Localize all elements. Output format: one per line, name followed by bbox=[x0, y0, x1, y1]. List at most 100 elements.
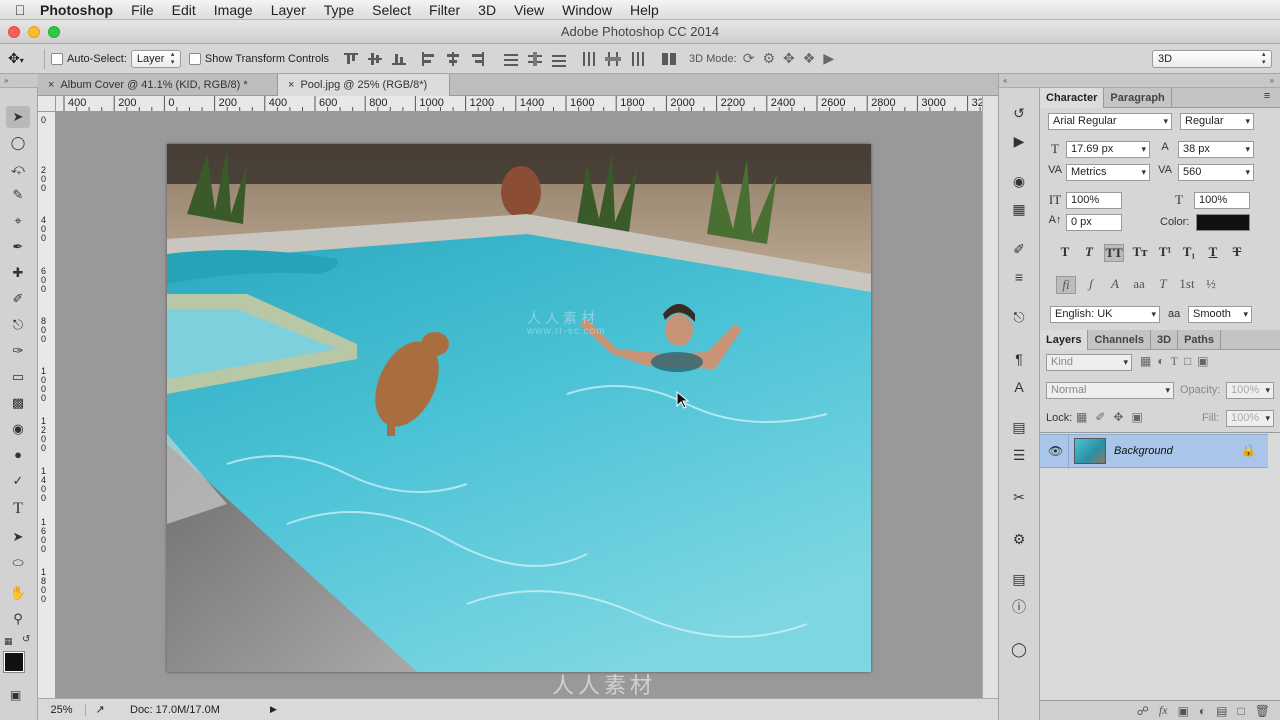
ellipse-tool-icon[interactable]: ⬭ bbox=[6, 552, 30, 574]
language-field[interactable]: English: UK bbox=[1050, 306, 1160, 323]
tab-3d[interactable]: 3D bbox=[1151, 330, 1179, 350]
tab-character[interactable]: Character bbox=[1040, 88, 1105, 108]
dodge-tool-icon[interactable]: ● bbox=[6, 444, 30, 466]
filter-type-icon[interactable]: T bbox=[1171, 354, 1178, 369]
distribute-bottom-icon[interactable] bbox=[550, 51, 568, 67]
menu-image[interactable]: Image bbox=[214, 2, 253, 18]
font-family-field[interactable]: Arial Regular bbox=[1048, 113, 1172, 130]
crop-tool-icon[interactable]: ⌖ bbox=[6, 210, 30, 232]
color-palette-icon[interactable]: ◉ bbox=[1007, 170, 1031, 192]
adjustments-icon[interactable]: ⚙ bbox=[1007, 528, 1031, 550]
pool-photo[interactable] bbox=[167, 144, 871, 672]
close-window-button[interactable] bbox=[8, 26, 20, 38]
hand-tool-icon[interactable]: ✋ bbox=[6, 582, 30, 604]
doc-tab-album-cover[interactable]: × Album Cover @ 41.1% (KID, RGB/8) * bbox=[38, 74, 278, 96]
eyedropper-tool-icon[interactable]: ✒ bbox=[6, 236, 30, 258]
eraser-tool-icon[interactable]: ▭ bbox=[6, 366, 30, 388]
layer-style-icon[interactable]: fx bbox=[1159, 703, 1168, 718]
zoom-level[interactable]: 25% bbox=[38, 703, 86, 716]
lasso-tool-icon[interactable]: ⤽ bbox=[6, 158, 30, 180]
show-transform-checkbox[interactable] bbox=[188, 52, 201, 65]
align-hcenter-icon[interactable] bbox=[444, 51, 462, 67]
delete-layer-icon[interactable]: 🗑 bbox=[1255, 704, 1270, 718]
filter-shape-icon[interactable]: □ bbox=[1184, 354, 1191, 369]
menu-3d[interactable]: 3D bbox=[478, 2, 496, 18]
3d-orbit-icon[interactable]: ⟳ bbox=[743, 50, 755, 67]
tracking-field[interactable]: 560 bbox=[1178, 164, 1254, 181]
tab-paths[interactable]: Paths bbox=[1178, 330, 1222, 350]
minimize-window-button[interactable] bbox=[28, 26, 40, 38]
clone-source-icon[interactable]: ⎋ bbox=[1007, 306, 1031, 328]
app-menu[interactable]: Photoshop bbox=[40, 2, 113, 18]
clone-stamp-tool-icon[interactable]: ⎋ bbox=[6, 314, 30, 336]
3d-scale-icon[interactable]: ▶ bbox=[823, 50, 834, 67]
align-top-icon[interactable] bbox=[342, 51, 360, 67]
distribute-top-icon[interactable] bbox=[502, 51, 520, 67]
align-right-icon[interactable] bbox=[468, 51, 486, 67]
opacity-field[interactable]: 100% bbox=[1226, 382, 1274, 399]
faux-bold-icon[interactable]: T bbox=[1056, 244, 1074, 262]
swap-colors-icon[interactable]: ↺ bbox=[22, 634, 30, 645]
auto-select-checkbox[interactable] bbox=[51, 52, 63, 65]
stylistic-alternates-icon[interactable]: aa bbox=[1130, 276, 1148, 294]
filter-adjustment-icon[interactable]: ◐ bbox=[1157, 354, 1164, 369]
actions-play-icon[interactable]: ▶ bbox=[1007, 130, 1031, 152]
paragraph-styles-icon[interactable]: ¶ bbox=[1007, 348, 1031, 370]
3d-slide-icon[interactable]: ❖ bbox=[803, 50, 816, 67]
subscript-icon[interactable]: T₁ bbox=[1180, 244, 1198, 262]
menu-help[interactable]: Help bbox=[630, 2, 659, 18]
ruler-origin[interactable] bbox=[38, 96, 56, 112]
fractions-icon[interactable]: ½ bbox=[1202, 276, 1220, 294]
pen-tool-icon[interactable]: ✓ bbox=[6, 470, 30, 492]
3d-roll-icon[interactable]: ⚙ bbox=[762, 50, 775, 67]
quick-select-tool-icon[interactable]: ✎ bbox=[6, 184, 30, 206]
layer-row-background[interactable]: 👁 Background 🔒 bbox=[1040, 434, 1268, 469]
brush-presets-icon[interactable]: ✐ bbox=[1007, 238, 1031, 260]
menu-file[interactable]: File bbox=[131, 2, 154, 18]
ordinals-icon[interactable]: 1st bbox=[1178, 276, 1196, 294]
doc-tab-pool[interactable]: × Pool.jpg @ 25% (RGB/8*) bbox=[278, 74, 450, 96]
layer-comps-icon[interactable]: ◯ bbox=[1007, 638, 1031, 660]
tab-channels[interactable]: Channels bbox=[1088, 330, 1151, 350]
antialias-field[interactable]: Smooth bbox=[1188, 306, 1252, 323]
path-select-tool-icon[interactable]: ➤ bbox=[6, 526, 30, 548]
align-vcenter-icon[interactable] bbox=[366, 51, 384, 67]
leading-field[interactable]: 38 px bbox=[1178, 141, 1254, 158]
foreground-color-swatch[interactable] bbox=[3, 651, 25, 673]
layer-visibility-icon[interactable]: 👁 bbox=[1048, 444, 1063, 458]
auto-select-dropdown[interactable]: Layer bbox=[130, 49, 181, 68]
swatches-icon[interactable]: ▦ bbox=[1007, 198, 1031, 220]
kerning-field[interactable]: Metrics bbox=[1066, 164, 1150, 181]
distribute-vcenter-icon[interactable] bbox=[526, 51, 544, 67]
vertical-ruler[interactable]: 0 200 400 600 800 1000 1200 1400 1600 1800 bbox=[38, 112, 56, 698]
workspace-dropdown[interactable]: 3D bbox=[1152, 49, 1272, 68]
lock-all-icon[interactable]: ▣ bbox=[1131, 410, 1142, 424]
apple-menu-icon[interactable]:  bbox=[0, 2, 40, 18]
panel-collapse-icon[interactable]: » bbox=[1040, 74, 1280, 88]
close-tab-icon[interactable]: × bbox=[48, 79, 54, 91]
menu-filter[interactable]: Filter bbox=[429, 2, 460, 18]
menu-view[interactable]: View bbox=[514, 2, 544, 18]
horizontal-ruler[interactable]: 400 200 0 200 400 600 800 1000 1200 1400 1600 1800 2… bbox=[56, 96, 982, 112]
document-canvas[interactable]: 人人素材 www.rr-sc.com 人人素材 bbox=[57, 113, 982, 698]
align-bottom-icon[interactable] bbox=[390, 51, 408, 67]
share-icon[interactable]: ↗ bbox=[86, 703, 114, 716]
auto-align-icon[interactable] bbox=[660, 51, 678, 67]
blur-tool-icon[interactable]: ◉ bbox=[6, 418, 30, 440]
font-style-field[interactable]: Regular bbox=[1180, 113, 1254, 130]
new-layer-icon[interactable]: □ bbox=[1238, 704, 1245, 718]
type-tool-icon[interactable]: T bbox=[6, 498, 30, 520]
filter-pixel-icon[interactable]: ▦ bbox=[1140, 354, 1151, 369]
info-icon[interactable]: ⓘ bbox=[1007, 596, 1031, 618]
menu-window[interactable]: Window bbox=[562, 2, 612, 18]
lock-transparent-icon[interactable]: ▦ bbox=[1076, 410, 1087, 424]
all-caps-icon[interactable]: TT bbox=[1104, 244, 1124, 262]
menu-edit[interactable]: Edit bbox=[172, 2, 196, 18]
swash-icon[interactable]: A bbox=[1106, 276, 1124, 294]
close-tab-icon[interactable]: × bbox=[288, 79, 294, 91]
link-layers-icon[interactable]: ☍ bbox=[1137, 704, 1149, 718]
baseline-shift-field[interactable]: 0 px bbox=[1066, 214, 1122, 231]
font-size-field[interactable]: 17.69 px bbox=[1066, 141, 1150, 158]
small-caps-icon[interactable]: Tᴛ bbox=[1130, 244, 1150, 262]
filter-smart-icon[interactable]: ▣ bbox=[1197, 354, 1208, 369]
